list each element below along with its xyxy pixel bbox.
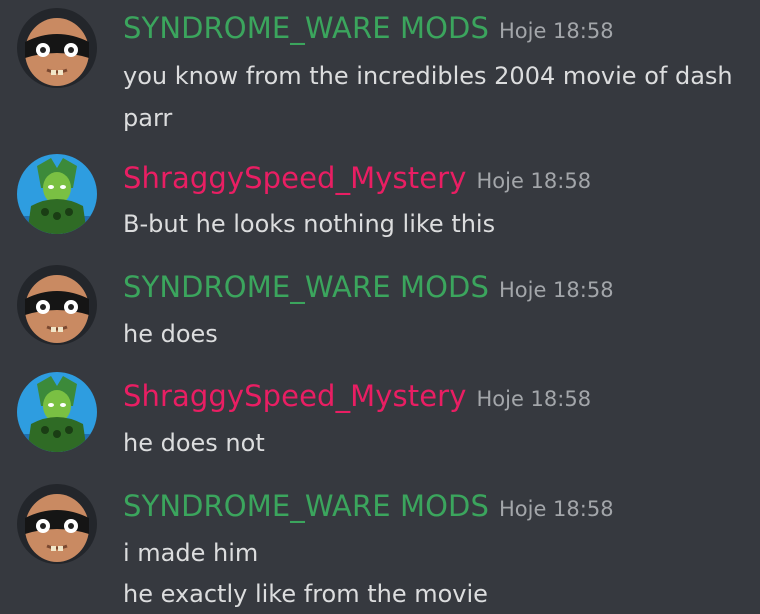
message-text: parr [123,104,173,132]
chat-message-list: SYNDROME_WARE MODS Hoje 18:58 you know fr… [0,0,760,614]
message-text: you know from the incredibles 2004 movie… [123,62,733,90]
message-header: SYNDROME_WARE MODS Hoje 18:58 [123,14,614,43]
timestamp: Hoje 18:58 [498,278,614,302]
masked-face-avatar-icon[interactable] [17,484,97,564]
message-text: i made him [123,539,259,567]
green-character-avatar-icon[interactable] [17,372,97,452]
message-text: he exactly like from the movie [123,580,488,608]
username[interactable]: ShraggySpeed_Mystery [123,161,466,195]
username[interactable]: SYNDROME_WARE MODS [123,489,489,523]
timestamp: Hoje 18:58 [476,387,592,411]
timestamp: Hoje 18:58 [476,169,592,193]
masked-face-avatar-icon[interactable] [17,8,97,88]
username[interactable]: ShraggySpeed_Mystery [123,379,466,413]
message-text: B-but he looks nothing like this [123,210,496,238]
green-character-avatar-icon[interactable] [17,154,97,234]
message-header: ShraggySpeed_Mystery Hoje 18:58 [123,164,591,193]
message-header: SYNDROME_WARE MODS Hoje 18:58 [123,492,614,521]
timestamp: Hoje 18:58 [498,497,614,521]
message-header: SYNDROME_WARE MODS Hoje 18:58 [123,273,614,302]
username[interactable]: SYNDROME_WARE MODS [123,11,489,45]
message-header: ShraggySpeed_Mystery Hoje 18:58 [123,382,591,411]
masked-face-avatar-icon[interactable] [17,265,97,345]
message-text: he does [123,320,218,348]
timestamp: Hoje 18:58 [498,19,614,43]
username[interactable]: SYNDROME_WARE MODS [123,270,489,304]
message-text: he does not [123,429,265,457]
